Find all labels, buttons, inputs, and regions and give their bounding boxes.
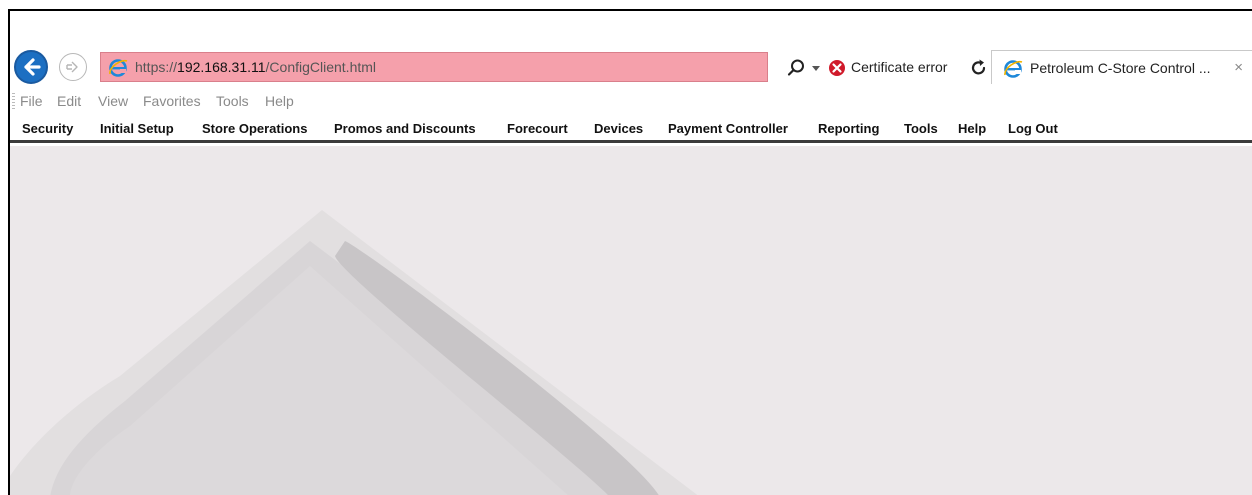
nav-security[interactable]: Security <box>22 121 73 136</box>
forward-button[interactable] <box>59 53 87 81</box>
menu-tools[interactable]: Tools <box>216 93 249 109</box>
menu-grip-icon <box>12 93 15 109</box>
app-nav-bar: Security Initial Setup Store Operations … <box>10 115 1252 143</box>
refresh-icon[interactable] <box>969 58 989 78</box>
url-text: https://192.168.31.11/ConfigClient.html <box>135 59 376 75</box>
address-row: https://192.168.31.11/ConfigClient.html … <box>10 45 1252 89</box>
browser-tab[interactable]: Petroleum C-Store Control ... × <box>991 50 1252 84</box>
ie-logo-icon <box>109 59 128 77</box>
address-bar[interactable]: https://192.168.31.11/ConfigClient.html … <box>100 52 986 82</box>
nav-log-out[interactable]: Log Out <box>1008 121 1058 136</box>
certificate-error-icon[interactable] <box>828 59 846 77</box>
menu-view[interactable]: View <box>98 93 128 109</box>
certificate-error-label[interactable]: Certificate error <box>851 59 947 75</box>
search-icon[interactable] <box>786 58 806 78</box>
url-scheme: https:// <box>135 59 178 75</box>
ie-logo-icon <box>1004 60 1023 78</box>
nav-devices[interactable]: Devices <box>594 121 643 136</box>
browser-menu-bar: File Edit View Favorites Tools Help <box>10 89 1252 113</box>
browser-window: https://192.168.31.11/ConfigClient.html … <box>8 9 1252 495</box>
forward-arrow-icon <box>66 61 78 73</box>
back-button[interactable] <box>14 50 48 84</box>
url-path: /ConfigClient.html <box>265 59 377 75</box>
tab-title: Petroleum C-Store Control ... <box>1030 60 1211 76</box>
url-host: 192.168.31.11 <box>177 59 266 75</box>
background-watermark <box>10 210 698 495</box>
menu-favorites[interactable]: Favorites <box>143 93 201 109</box>
menu-edit[interactable]: Edit <box>57 93 81 109</box>
nav-reporting[interactable]: Reporting <box>818 121 879 136</box>
nav-help[interactable]: Help <box>958 121 986 136</box>
chevron-down-icon[interactable] <box>811 63 821 73</box>
nav-forecourt[interactable]: Forecourt <box>507 121 568 136</box>
nav-promos-and-discounts[interactable]: Promos and Discounts <box>334 121 476 136</box>
menu-file[interactable]: File <box>20 93 43 109</box>
back-arrow-icon <box>24 58 41 76</box>
nav-initial-setup[interactable]: Initial Setup <box>100 121 174 136</box>
nav-store-operations[interactable]: Store Operations <box>202 121 307 136</box>
close-icon[interactable]: × <box>1234 59 1243 76</box>
main-content <box>10 146 1252 495</box>
nav-tools[interactable]: Tools <box>904 121 938 136</box>
nav-payment-controller[interactable]: Payment Controller <box>668 121 788 136</box>
menu-help[interactable]: Help <box>265 93 294 109</box>
